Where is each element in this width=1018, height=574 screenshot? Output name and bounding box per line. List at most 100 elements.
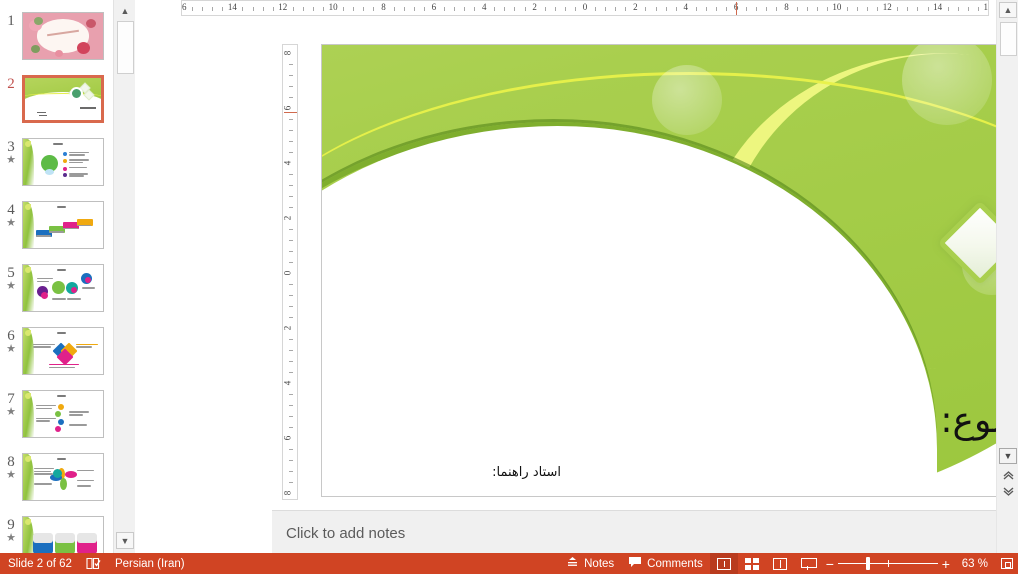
thumbnail-image-4[interactable] (22, 201, 104, 249)
ruler-tick-h (847, 7, 848, 11)
notes-placeholder-text[interactable]: Click to add notes (286, 525, 405, 542)
ruler-tick-h (746, 7, 747, 11)
thumbnail-slide-5[interactable]: 5 ★ (0, 260, 113, 323)
thumb-num-text-1: 1 (7, 13, 15, 29)
ruler-label-h-16: 16 (983, 2, 990, 12)
animation-star-icon-3: ★ (0, 155, 22, 166)
slide7-mini (23, 391, 103, 437)
ruler-tick-h (504, 7, 505, 11)
next-slide-button[interactable] (1001, 484, 1016, 498)
thumbnail-image-9[interactable] (22, 516, 104, 553)
slide-text-advisor[interactable]: استاد راهنما: (492, 465, 561, 480)
spell-check-button[interactable] (79, 553, 108, 574)
thumbnail-slide-8[interactable]: 8 ★ (0, 449, 113, 512)
ruler-tick-v (289, 284, 293, 285)
zoom-in-button[interactable]: + (938, 557, 954, 571)
ruler-tick-v (289, 251, 293, 252)
yellow-wave-stroke (322, 72, 1018, 496)
thumbnail-image-8[interactable] (22, 453, 104, 501)
slide5-text-1 (37, 278, 53, 280)
slide-scrollbar[interactable]: ▲ ▼ (996, 0, 1018, 553)
slide8-petal-3 (60, 478, 67, 490)
notes-toggle-button[interactable]: Notes (559, 553, 621, 574)
ruler-tick-v (289, 372, 293, 373)
slide2-advisor-line (37, 112, 46, 114)
view-button-normal[interactable] (710, 553, 738, 574)
thumbnail-slide-6[interactable]: 6 ★ (0, 323, 113, 386)
ruler-tick-h (907, 7, 908, 11)
ruler-tick-h (363, 7, 364, 11)
thumbnail-slide-3[interactable]: 3 ★ (0, 134, 113, 197)
thumbnail-scroll-up-button[interactable]: ▲ (116, 2, 134, 19)
thumbnail-image-7[interactable] (22, 390, 104, 438)
ruler-tick-h (716, 7, 717, 11)
thumbnail-slide-2[interactable]: 2 (0, 71, 113, 134)
zoom-out-button[interactable]: − (822, 557, 838, 571)
zoom-slider[interactable] (838, 553, 938, 574)
slide3-leaf (25, 141, 31, 147)
ruler-tick-h (857, 7, 858, 11)
thumbnail-image-3[interactable] (22, 138, 104, 186)
thumbnail-scroll-down-button[interactable]: ▼ (116, 532, 134, 549)
slide2-subject-line (80, 107, 96, 109)
vertical-ruler[interactable]: 864202468 (282, 44, 298, 500)
ruler-label-v-8: 8 (282, 491, 292, 496)
ruler-tick-h (867, 7, 868, 11)
slide8-mini (23, 454, 103, 500)
thumbnail-image-2[interactable] (22, 75, 104, 123)
thumbnail-slide-9[interactable]: 9 ★ (0, 512, 113, 553)
slide3-text-3 (69, 167, 87, 169)
thumbnail-scrollbar[interactable]: ▲ ▼ (113, 0, 135, 553)
ruler-label-h-13: 10 (831, 2, 842, 12)
ruler-tick-v (289, 119, 293, 120)
view-button-slide-show[interactable] (794, 553, 822, 574)
ruler-tick-h (424, 7, 425, 11)
notes-pane[interactable]: Click to add notes (272, 510, 1018, 553)
thumbnail-image-1[interactable] (22, 12, 104, 60)
zoom-percentage-button[interactable]: 63 % (954, 558, 996, 570)
thumbnail-scrollbar-thumb[interactable] (117, 21, 134, 74)
ruler-tick-h (817, 7, 818, 11)
ruler-tick-v (289, 174, 293, 175)
reading-view-icon (773, 558, 787, 570)
ruler-tick-h (313, 7, 314, 11)
language-indicator[interactable]: Persian (Iran) (108, 553, 192, 574)
horizontal-ruler[interactable]: 1614121086420246810121416 (181, 0, 989, 16)
slide9-top-1 (33, 533, 53, 543)
slide-scroll-up-button[interactable]: ▲ (999, 2, 1017, 18)
thumbnail-slide-4[interactable]: 4 ★ (0, 197, 113, 260)
ruler-label-h-0: 16 (181, 2, 188, 12)
slide8-text-l4 (34, 483, 52, 485)
ruler-label-h-10: 4 (683, 2, 690, 12)
ruler-tick-h (615, 7, 616, 11)
horizontal-ruler-ticks: 1614121086420246810121416 (182, 1, 988, 15)
ruler-tick-h (776, 7, 777, 11)
zoom-control[interactable]: − + (822, 553, 954, 574)
thumbnail-image-5[interactable] (22, 264, 104, 312)
thumbnail-slide-1[interactable]: 1 (0, 8, 113, 71)
previous-slide-button[interactable] (1001, 468, 1016, 482)
spell-check-icon (86, 557, 101, 570)
thumbnail-slide-7[interactable]: 7 ★ (0, 386, 113, 449)
thumbnail-image-6[interactable] (22, 327, 104, 375)
slide5-bubble-3 (52, 281, 65, 294)
slide-scrollbar-thumb[interactable] (1000, 22, 1017, 56)
language-text: Persian (Iran) (115, 558, 185, 570)
comments-toggle-button[interactable]: Comments (621, 553, 710, 574)
zoom-slider-handle[interactable] (866, 557, 870, 570)
slide-count-indicator[interactable]: Slide 2 of 62 (0, 553, 79, 574)
slide8-text-l2 (34, 471, 51, 473)
fit-slide-to-window-button[interactable] (996, 553, 1018, 574)
thumbnail-number-6: 6 ★ (0, 323, 22, 355)
ruler-tick-h (242, 7, 243, 11)
slide-scroll-down-button[interactable]: ▼ (999, 448, 1017, 464)
slide6-text-l2 (33, 346, 51, 348)
ruler-label-h-3: 10 (328, 2, 339, 12)
view-button-reading[interactable] (766, 553, 794, 574)
slide2-logo (70, 87, 83, 100)
comment-icon (628, 556, 642, 571)
slide-canvas[interactable]: ✦ موضوع: استاد راهنما: ارائه دهنده: (321, 44, 1018, 497)
slide-thumbnail-pane[interactable]: 1 2 (0, 0, 113, 553)
slide8-text-l1 (34, 468, 54, 470)
view-button-slide-sorter[interactable] (738, 553, 766, 574)
